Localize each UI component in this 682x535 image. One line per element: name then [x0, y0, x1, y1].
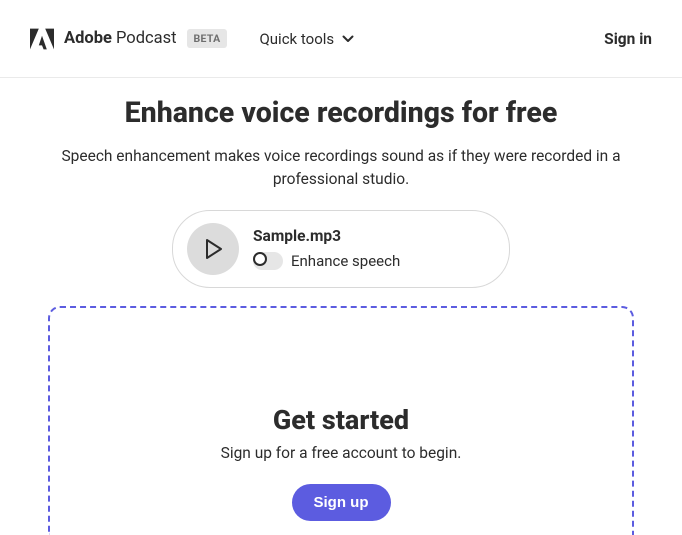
- play-icon: [205, 239, 223, 259]
- beta-badge: BETA: [187, 29, 228, 48]
- get-started-subtext: Sign up for a free account to begin.: [50, 444, 632, 462]
- adobe-logo-icon: [30, 28, 54, 50]
- top-header: Adobe Podcast BETA Quick tools Sign in: [0, 0, 682, 78]
- sample-player: Sample.mp3 Enhance speech: [172, 210, 510, 288]
- quick-tools-dropdown[interactable]: Quick tools: [259, 30, 354, 48]
- enhance-toggle-label: Enhance speech: [291, 252, 400, 270]
- get-started-heading: Get started: [50, 404, 632, 436]
- get-started-dropzone[interactable]: Get started Sign up for a free account t…: [48, 306, 634, 535]
- toggle-knob: [253, 252, 267, 266]
- brand-name: Adobe Podcast: [64, 29, 177, 48]
- enhance-toggle[interactable]: [253, 252, 283, 270]
- sample-filename: Sample.mp3: [253, 227, 400, 245]
- player-info: Sample.mp3 Enhance speech: [253, 227, 400, 270]
- sign-up-button[interactable]: Sign up: [292, 484, 391, 521]
- play-button[interactable]: [187, 223, 239, 275]
- header-left-group: Adobe Podcast BETA Quick tools: [30, 28, 354, 50]
- page-title: Enhance voice recordings for free: [24, 96, 658, 129]
- brand-logo-group[interactable]: Adobe Podcast BETA: [30, 28, 227, 50]
- main-content: Enhance voice recordings for free Speech…: [0, 78, 682, 535]
- page-subtitle: Speech enhancement makes voice recording…: [30, 145, 652, 192]
- enhance-toggle-row: Enhance speech: [253, 252, 400, 270]
- quick-tools-label: Quick tools: [259, 30, 334, 48]
- chevron-down-icon: [342, 33, 354, 45]
- sign-in-link[interactable]: Sign in: [604, 30, 652, 48]
